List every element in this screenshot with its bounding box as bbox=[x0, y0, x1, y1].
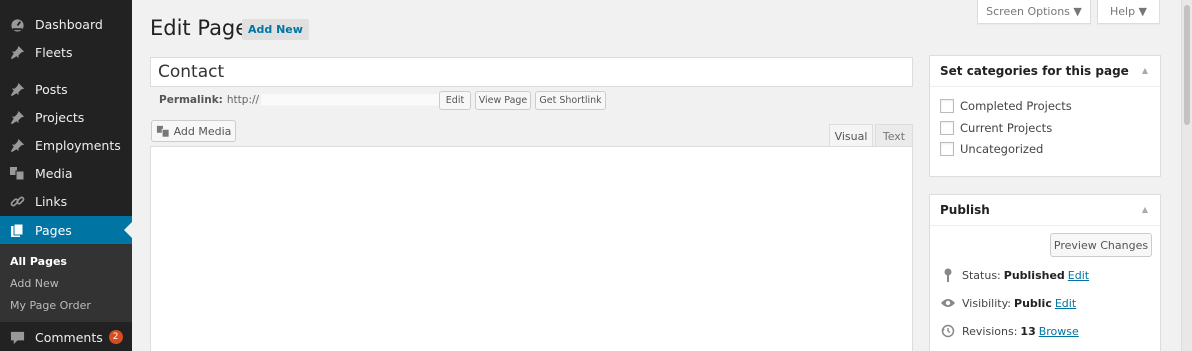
sidebar-item-label: Projects bbox=[35, 109, 85, 125]
pin-icon bbox=[8, 108, 26, 126]
collapse-arrow-icon[interactable]: ▲ bbox=[1142, 66, 1148, 75]
sidebar-item-label: Employments bbox=[35, 137, 121, 153]
category-item[interactable]: Completed Projects bbox=[940, 99, 1072, 113]
category-label: Uncategorized bbox=[960, 142, 1044, 156]
revisions-value: 13 bbox=[1020, 324, 1036, 338]
pages-icon bbox=[8, 221, 26, 239]
category-checkbox[interactable] bbox=[940, 99, 954, 113]
edit-visibility-link[interactable]: Edit bbox=[1055, 297, 1076, 310]
add-new-button[interactable]: Add New bbox=[242, 19, 309, 40]
content-editor[interactable] bbox=[150, 146, 913, 351]
page-title: Edit Page bbox=[150, 16, 249, 40]
sidebar-item-label: Media bbox=[35, 165, 73, 181]
publish-postbox: Publish ▲ Preview Changes Status: Publis… bbox=[929, 194, 1161, 351]
pages-submenu: All Pages Add New My Page Order bbox=[0, 244, 132, 322]
publish-box-header[interactable]: Publish ▲ bbox=[930, 195, 1160, 226]
scrollbar-thumb[interactable] bbox=[1184, 5, 1190, 125]
status-label: Status: bbox=[962, 268, 1001, 282]
sidebar-item-label: Comments bbox=[35, 329, 103, 345]
screen-options-button[interactable]: Screen Options ▼ bbox=[977, 0, 1091, 24]
tab-text[interactable]: Text bbox=[875, 124, 913, 147]
status-row: Status: Published Edit bbox=[940, 268, 1089, 282]
sidebar-item-label: Pages bbox=[35, 222, 72, 238]
submenu-item-my-page-order[interactable]: My Page Order bbox=[10, 299, 91, 312]
sidebar-item-projects[interactable]: Projects bbox=[0, 103, 132, 131]
pin-icon bbox=[8, 136, 26, 154]
edit-permalink-button[interactable]: Edit bbox=[439, 91, 471, 110]
add-media-button[interactable]: Add Media bbox=[151, 120, 236, 142]
revisions-row: Revisions: 13 Browse bbox=[940, 324, 1079, 338]
sidebar-item-label: Dashboard bbox=[35, 16, 103, 32]
tab-visual[interactable]: Visual bbox=[829, 124, 873, 147]
collapse-arrow-icon[interactable]: ▲ bbox=[1142, 205, 1148, 214]
preview-changes-button[interactable]: Preview Changes bbox=[1050, 233, 1152, 257]
post-title-input[interactable]: Contact bbox=[150, 57, 913, 87]
help-button[interactable]: Help ▼ bbox=[1097, 0, 1160, 24]
browse-revisions-link[interactable]: Browse bbox=[1039, 325, 1079, 338]
category-item[interactable]: Uncategorized bbox=[940, 142, 1043, 156]
admin-sidebar: Dashboard Fleets Posts Projects Employme… bbox=[0, 0, 132, 351]
get-shortlink-button[interactable]: Get Shortlink bbox=[535, 91, 606, 110]
categories-box-title: Set categories for this page bbox=[940, 64, 1129, 78]
revisions-label: Revisions: bbox=[962, 324, 1018, 338]
category-item[interactable]: Current Projects bbox=[940, 121, 1052, 135]
add-media-label: Add Media bbox=[173, 124, 232, 138]
media-icon bbox=[8, 164, 26, 182]
status-value: Published bbox=[1003, 268, 1065, 282]
permalink-url[interactable]: http:// bbox=[227, 94, 259, 106]
sidebar-item-employments[interactable]: Employments bbox=[0, 131, 132, 159]
publish-box-title: Publish bbox=[940, 203, 990, 217]
submenu-item-add-new[interactable]: Add New bbox=[10, 277, 59, 290]
history-icon bbox=[940, 324, 956, 338]
sidebar-item-fleets[interactable]: Fleets bbox=[0, 38, 132, 66]
sidebar-item-pages[interactable]: Pages bbox=[0, 216, 132, 244]
visibility-value: Public bbox=[1014, 296, 1052, 310]
permalink-row: Permalink: http:// bbox=[159, 94, 447, 106]
page-scrollbar[interactable] bbox=[1181, 0, 1192, 351]
pin-icon bbox=[8, 43, 26, 61]
visibility-row: Visibility: Public Edit bbox=[940, 296, 1076, 310]
sidebar-item-label: Posts bbox=[35, 81, 68, 97]
dashboard-icon bbox=[8, 15, 26, 33]
permalink-url-redacted bbox=[261, 94, 447, 106]
sidebar-item-label: Fleets bbox=[35, 44, 73, 60]
sidebar-item-links[interactable]: Links bbox=[0, 187, 132, 215]
category-label: Completed Projects bbox=[960, 99, 1072, 113]
categories-box-header[interactable]: Set categories for this page ▲ bbox=[930, 56, 1160, 87]
media-icon bbox=[156, 125, 170, 138]
comments-count-badge: 2 bbox=[108, 330, 123, 344]
sidebar-item-posts[interactable]: Posts bbox=[0, 75, 132, 103]
edit-status-link[interactable]: Edit bbox=[1068, 269, 1089, 282]
sidebar-item-comments[interactable]: Comments 2 bbox=[0, 323, 132, 351]
comments-icon bbox=[8, 328, 26, 346]
visibility-label: Visibility: bbox=[962, 296, 1012, 310]
permalink-label: Permalink: bbox=[159, 94, 223, 106]
sidebar-item-dashboard[interactable]: Dashboard bbox=[0, 10, 132, 38]
pin-icon bbox=[8, 80, 26, 98]
category-label: Current Projects bbox=[960, 121, 1053, 135]
pin-icon bbox=[940, 268, 956, 282]
view-page-button[interactable]: View Page bbox=[475, 91, 531, 110]
eye-icon bbox=[940, 296, 956, 310]
link-icon bbox=[8, 192, 26, 210]
sidebar-item-label: Links bbox=[35, 193, 68, 209]
sidebar-item-media[interactable]: Media bbox=[0, 159, 132, 187]
submenu-item-all-pages[interactable]: All Pages bbox=[10, 255, 67, 268]
category-checkbox[interactable] bbox=[940, 142, 954, 156]
categories-postbox: Set categories for this page ▲ Completed… bbox=[929, 55, 1161, 177]
category-checkbox[interactable] bbox=[940, 121, 954, 135]
